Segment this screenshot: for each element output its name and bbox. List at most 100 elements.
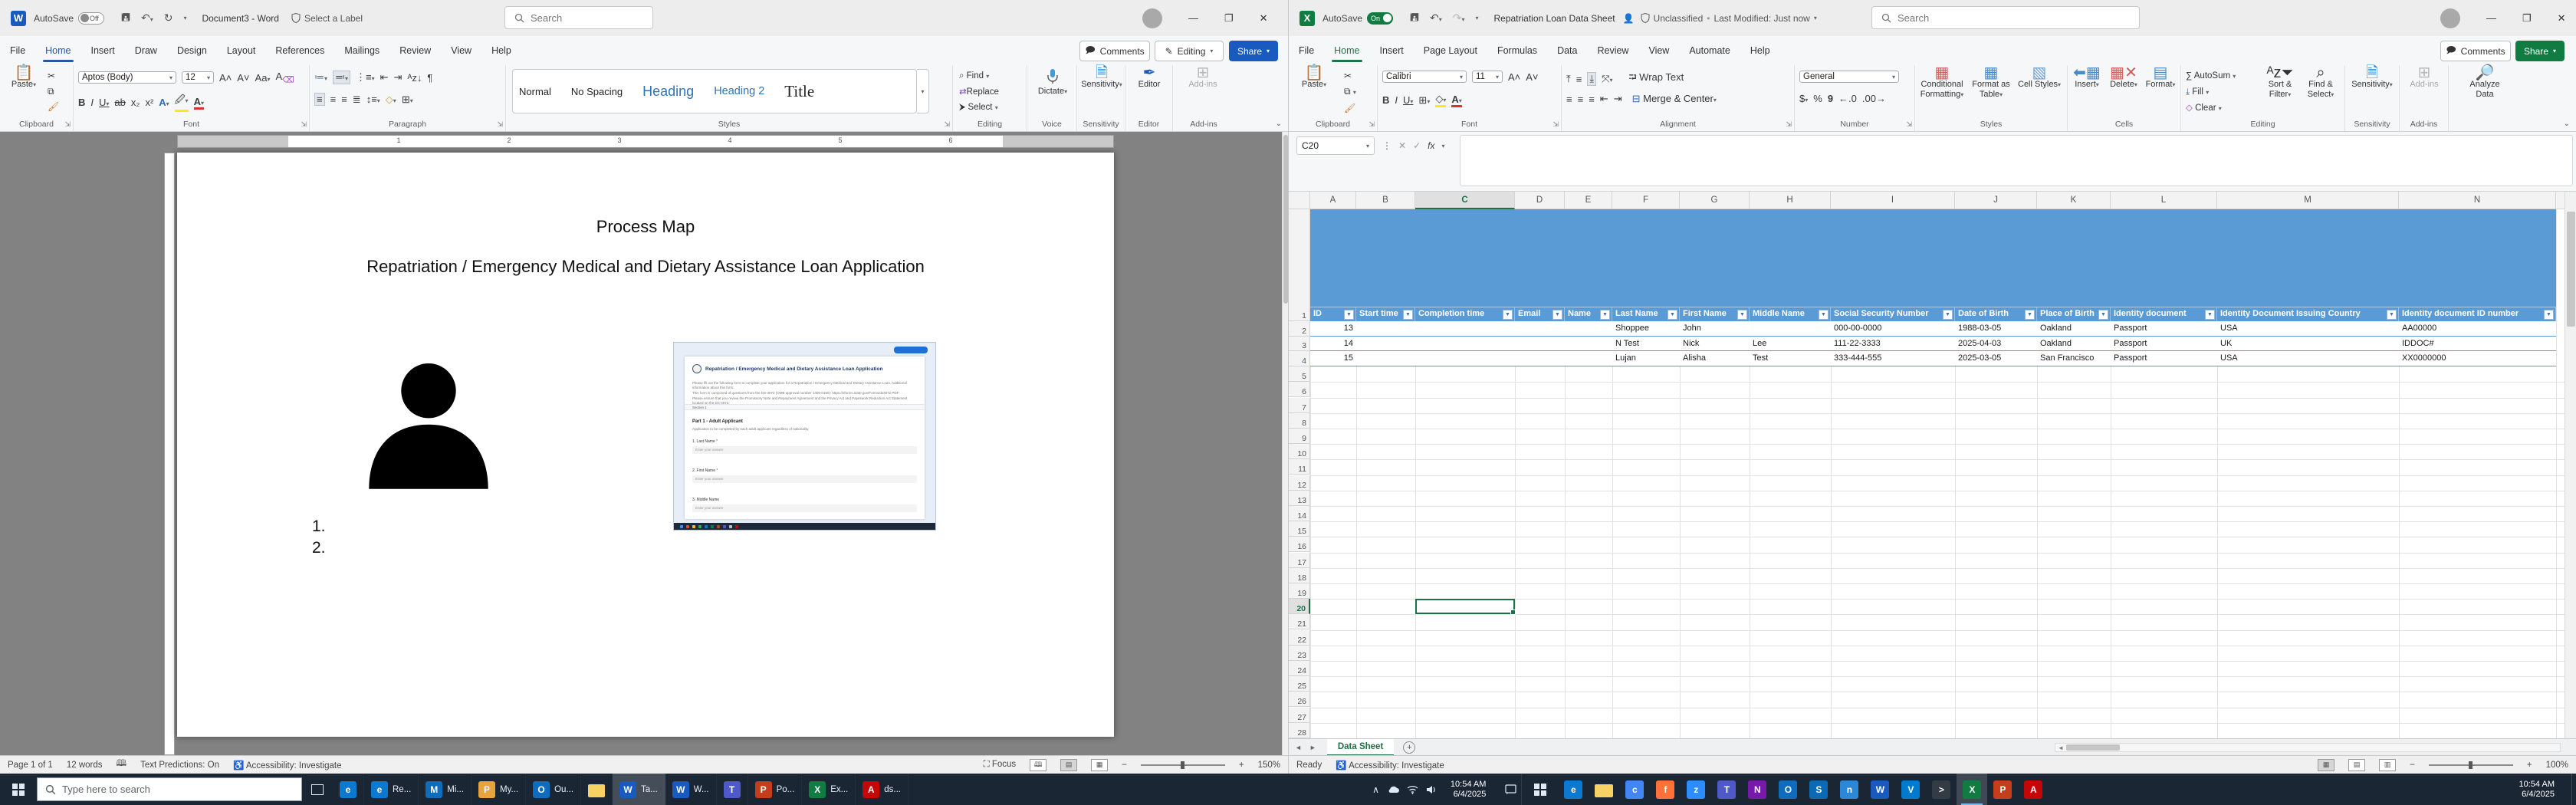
replace-label[interactable]: Replace bbox=[967, 87, 999, 97]
table-header-first-name[interactable]: First Name▼ bbox=[1680, 307, 1750, 321]
selected-cell-C20[interactable] bbox=[1415, 599, 1515, 614]
increase-indent-icon[interactable]: ⇥ bbox=[394, 71, 402, 84]
align-bottom-icon[interactable]: ⤓ bbox=[1587, 72, 1596, 86]
undo-icon[interactable]: ↶▾ bbox=[1430, 12, 1442, 25]
tab-formulas[interactable]: Formulas bbox=[1487, 38, 1547, 64]
filter-button-id[interactable]: ▼ bbox=[1344, 310, 1354, 320]
share-button[interactable]: Share▾ bbox=[2515, 41, 2564, 61]
undo-icon[interactable]: ↶▾ bbox=[141, 12, 153, 25]
cell-M2[interactable]: USA bbox=[2217, 321, 2399, 336]
taskbar-app-vscode[interactable]: V bbox=[1895, 774, 1926, 805]
taskbar-app-outlook[interactable]: OOu... bbox=[526, 774, 581, 805]
cell-H4[interactable]: Test bbox=[1750, 351, 1831, 366]
font-name-combo[interactable]: Aptos (Body)▾ bbox=[78, 71, 176, 84]
cell-N2[interactable]: AA00000 bbox=[2399, 321, 2556, 336]
tab-review[interactable]: Review bbox=[1587, 38, 1638, 64]
filter-button-completion-time[interactable]: ▼ bbox=[1503, 310, 1513, 320]
filter-button-email[interactable]: ▼ bbox=[1552, 310, 1562, 320]
column-header-A[interactable]: A bbox=[1310, 192, 1356, 209]
tray-chevron-icon[interactable]: ∧ bbox=[1372, 784, 1379, 795]
copy-icon[interactable]: ⧉ ▾ bbox=[1344, 86, 1356, 97]
column-header-H[interactable]: H bbox=[1750, 192, 1831, 209]
multilevel-list-icon[interactable]: ⋮≡▾ bbox=[356, 71, 375, 84]
shrink-font-icon[interactable]: A˅ bbox=[237, 72, 249, 84]
taskbar-app-excel[interactable]: XEx... bbox=[802, 774, 856, 805]
number-format-combo[interactable]: General▾ bbox=[1799, 71, 1899, 83]
minimize-button[interactable]: — bbox=[1188, 12, 1198, 24]
form-field-input[interactable]: Enter your answer bbox=[692, 504, 917, 512]
table-row-3[interactable]: 14N TestNickLee111-22-33332025-04-03Oakl… bbox=[1310, 337, 2556, 352]
sheet-tab-data-sheet[interactable]: Data Sheet bbox=[1327, 739, 1394, 756]
volume-icon[interactable] bbox=[1426, 785, 1437, 794]
person-silhouette-image[interactable] bbox=[348, 347, 509, 509]
print-layout-icon[interactable]: ▤ bbox=[1060, 759, 1077, 771]
minimize-button[interactable]: — bbox=[2486, 12, 2496, 24]
font-name-combo[interactable]: Calibri▾ bbox=[1382, 71, 1467, 83]
justify-icon[interactable]: ≣ bbox=[353, 94, 361, 106]
taskbar-app-store[interactable]: S bbox=[1803, 774, 1834, 805]
filter-button-start-time[interactable]: ▼ bbox=[1403, 310, 1413, 320]
cell-K3[interactable]: Oakland bbox=[2037, 337, 2111, 351]
taskbar-app-onenote[interactable]: N bbox=[1742, 774, 1773, 805]
cut-icon[interactable]: ✂ bbox=[48, 71, 55, 81]
share-button[interactable]: Share▾ bbox=[1229, 41, 1278, 61]
tab-page-layout[interactable]: Page Layout bbox=[1414, 38, 1487, 64]
tab-home[interactable]: Home bbox=[35, 38, 80, 64]
subscript-icon[interactable]: x₂ bbox=[131, 97, 140, 108]
taskbar-app-notepad[interactable]: n bbox=[1834, 774, 1865, 805]
tab-design[interactable]: Design bbox=[167, 38, 217, 64]
spreadsheet-grid[interactable]: ABCDEFGHIJKLMN 1234567891011121314151617… bbox=[1289, 192, 2576, 738]
show-desktop-button[interactable] bbox=[2571, 774, 2576, 805]
insert-function-icon[interactable]: fx bbox=[1428, 140, 1434, 151]
excel-autosave-toggle[interactable]: AutoSave On bbox=[1322, 12, 1393, 25]
underline-icon[interactable]: U▾ bbox=[99, 97, 109, 108]
select-button[interactable]: ⮞ Select ▾ bbox=[959, 103, 998, 112]
cell-J3[interactable]: 2025-04-03 bbox=[1955, 337, 2037, 351]
redo-icon[interactable]: ↻ bbox=[164, 12, 173, 25]
clipboard-dialog-launcher[interactable]: ⇲ bbox=[1368, 120, 1375, 129]
table-header-last-name[interactable]: Last Name▼ bbox=[1612, 307, 1680, 321]
cell-G3[interactable]: Nick bbox=[1680, 337, 1750, 351]
styles-dialog-launcher[interactable]: ⇲ bbox=[944, 120, 950, 129]
tab-file[interactable]: File bbox=[0, 38, 35, 64]
proofing-icon[interactable]: 🕮 bbox=[117, 757, 127, 772]
ribbon-collapse-icon[interactable]: ⌄ bbox=[2564, 120, 2570, 128]
decrease-decimal-icon[interactable]: .00→ bbox=[1862, 93, 1886, 104]
cell-M3[interactable]: UK bbox=[2217, 337, 2399, 351]
cell-A3[interactable]: 14 bbox=[1310, 337, 1356, 351]
form-field-input[interactable]: Enter your answer bbox=[692, 475, 917, 483]
line-spacing-icon[interactable]: ↕≡▾ bbox=[366, 94, 380, 105]
table-header-start-time[interactable]: Start time▼ bbox=[1356, 307, 1415, 321]
qat-overflow-icon[interactable]: ▾ bbox=[183, 15, 186, 21]
normal-view-icon[interactable]: ▦ bbox=[2318, 759, 2334, 771]
borders-icon[interactable]: ⊞▾ bbox=[402, 94, 413, 106]
filter-button-middle-name[interactable]: ▼ bbox=[1819, 310, 1829, 320]
style-normal[interactable]: Normal bbox=[519, 86, 551, 97]
filter-button-place-of-birth[interactable]: ▼ bbox=[2098, 310, 2108, 320]
tab-mailings[interactable]: Mailings bbox=[334, 38, 389, 64]
text-effects-icon[interactable]: A▾ bbox=[159, 97, 169, 108]
classification-label[interactable]: Unclassified • Last Modified: Just now ▾ bbox=[1641, 13, 1817, 24]
cell-A2[interactable]: 13 bbox=[1310, 321, 1356, 336]
form-field-input[interactable]: Enter your answer bbox=[692, 446, 917, 454]
tab-references[interactable]: References bbox=[265, 38, 334, 64]
paragraph-dialog-launcher[interactable]: ⇲ bbox=[497, 120, 503, 129]
start-button[interactable] bbox=[0, 774, 37, 805]
taskbar-search[interactable]: Type here to search bbox=[37, 777, 302, 801]
filter-button-first-name[interactable]: ▼ bbox=[1737, 310, 1747, 320]
taskbar-app-acrobat[interactable]: A bbox=[2018, 774, 2049, 805]
increase-decimal-icon[interactable]: ←.0 bbox=[1838, 93, 1857, 104]
taskbar-app-mail[interactable]: MMi... bbox=[419, 774, 472, 805]
tab-review[interactable]: Review bbox=[389, 38, 441, 64]
column-header-C[interactable]: C bbox=[1415, 192, 1515, 209]
alignment-dialog-launcher[interactable]: ⇲ bbox=[1786, 120, 1792, 129]
number-dialog-launcher[interactable]: ⇲ bbox=[1906, 120, 1912, 129]
clear-formatting-icon[interactable]: A⌫ bbox=[275, 71, 294, 85]
taskbar-app-outlook[interactable]: O bbox=[1773, 774, 1803, 805]
cell-N3[interactable]: IDDOC# bbox=[2399, 337, 2556, 351]
excel-vertical-scrollbar[interactable] bbox=[2564, 192, 2576, 738]
conditional-formatting-button[interactable]: ▦Conditional Formatting▾ bbox=[1917, 68, 1967, 100]
addins-button[interactable]: ⊞Add-ins bbox=[2402, 68, 2446, 90]
table-header-identity-document-issuing-country[interactable]: Identity Document Issuing Country▼ bbox=[2217, 307, 2399, 321]
editing-mode-button[interactable]: ✎Editing▾ bbox=[1155, 41, 1224, 61]
